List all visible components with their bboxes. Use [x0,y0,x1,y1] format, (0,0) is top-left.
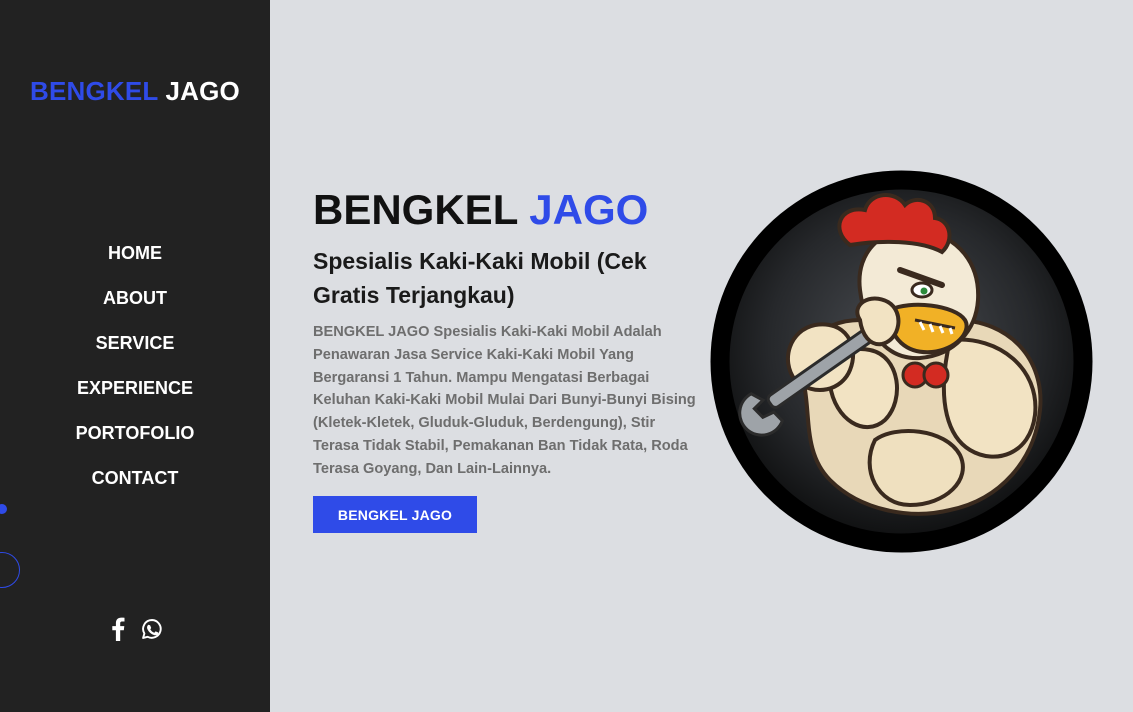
rooster-mechanic-mascot-image [710,170,1093,553]
nav-item-portofolio: PORTOFOLIO [0,417,270,462]
nav-link-about[interactable]: ABOUT [103,282,167,314]
hero-title: BENGKEL JAGO [313,186,648,234]
nav-item-home: HOME [0,237,270,282]
nav-item-experience: EXPERIENCE [0,372,270,417]
sidebar: BENGKEL JAGO HOME ABOUT SERVICE EXPERIEN… [0,0,270,712]
nav-item-contact: CONTACT [0,462,270,507]
main-nav: HOME ABOUT SERVICE EXPERIENCE PORTOFOLIO… [0,237,270,507]
nav-link-experience[interactable]: EXPERIENCE [77,372,193,404]
nav-link-contact[interactable]: CONTACT [92,462,179,494]
social-links [107,616,163,642]
logo-part1: BENGKEL [30,76,159,106]
nav-link-home[interactable]: HOME [108,237,162,269]
nav-link-portofolio[interactable]: PORTOFOLIO [76,417,195,449]
whatsapp-icon[interactable] [141,616,163,642]
hero-title-part2: JAGO [529,186,649,233]
nav-link-service[interactable]: SERVICE [96,327,175,359]
hero-description: BENGKEL JAGO Spesialis Kaki-Kaki Mobil A… [313,324,696,477]
hero-title-part1: BENGKEL [313,186,518,233]
nav-item-about: ABOUT [0,282,270,327]
decorative-ring [0,552,20,588]
decorative-dot [0,504,7,514]
cta-button[interactable]: BENGKEL JAGO [313,496,477,533]
hero-subtitle: Spesialis Kaki-Kaki Mobil (Cek Gratis Te… [313,248,647,308]
logo-part2: JAGO [165,76,240,106]
facebook-icon[interactable] [107,616,129,642]
site-logo[interactable]: BENGKEL JAGO [0,76,270,107]
nav-item-service: SERVICE [0,327,270,372]
